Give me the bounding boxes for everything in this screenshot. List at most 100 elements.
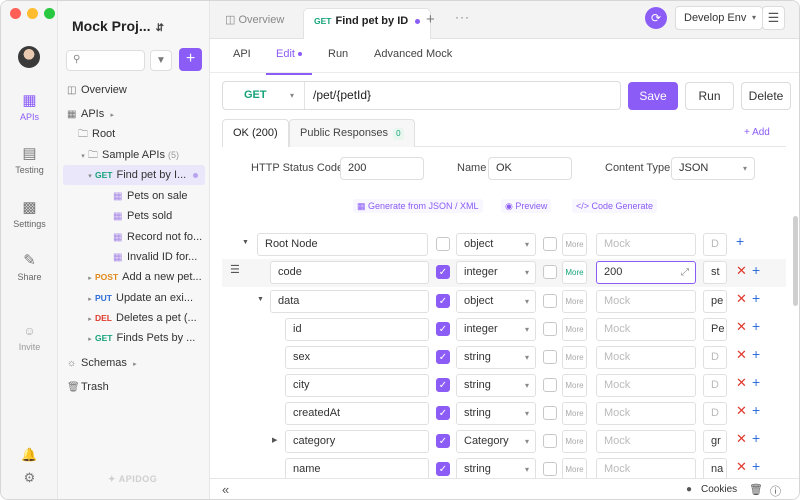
- nullable-checkbox[interactable]: [543, 237, 557, 251]
- cookies-button[interactable]: Cookies: [701, 484, 737, 495]
- add-sibling-icon[interactable]: +: [752, 318, 760, 334]
- environment-select[interactable]: Develop Env ▾: [675, 6, 763, 30]
- rail-item-invite[interactable]: ☺ Invite: [1, 323, 58, 352]
- sidebar-item-overview[interactable]: ◫ Overview: [58, 80, 210, 100]
- more-button[interactable]: More: [562, 374, 587, 397]
- type-select[interactable]: string ▾: [456, 346, 536, 369]
- required-checkbox[interactable]: ✓: [436, 406, 450, 420]
- more-button[interactable]: More: [562, 346, 587, 369]
- nullable-checkbox[interactable]: [543, 294, 557, 308]
- required-checkbox[interactable]: ✓: [436, 350, 450, 364]
- description-input[interactable]: D: [703, 346, 727, 369]
- rail-item-settings[interactable]: ▩ Settings: [1, 200, 58, 230]
- field-name-input[interactable]: category: [285, 430, 429, 453]
- expand-icon[interactable]: ⤢: [681, 262, 689, 283]
- delete-icon[interactable]: ✕: [736, 263, 747, 279]
- avatar[interactable]: [18, 46, 40, 68]
- description-input[interactable]: D: [703, 374, 727, 397]
- content-type-select[interactable]: JSON ▾: [671, 157, 755, 180]
- run-button[interactable]: Run: [685, 82, 734, 110]
- more-button[interactable]: More: [562, 233, 587, 256]
- endpoint-item[interactable]: ▸ POST Add a new pet...: [58, 267, 210, 287]
- type-select[interactable]: integer ▾: [456, 318, 536, 341]
- example-item[interactable]: ▦ Invalid ID for...: [58, 247, 210, 267]
- description-input[interactable]: D: [703, 402, 727, 425]
- caret-down-icon[interactable]: ▼: [242, 239, 249, 246]
- save-button[interactable]: Save: [628, 82, 678, 110]
- required-checkbox[interactable]: ✓: [436, 462, 450, 476]
- example-item[interactable]: ▦ Record not fo...: [58, 227, 210, 247]
- more-button[interactable]: More: [562, 430, 587, 453]
- more-button[interactable]: More: [562, 290, 587, 313]
- mock-input[interactable]: Mock: [596, 346, 696, 369]
- rail-item-apis[interactable]: ▦ APIs: [1, 93, 58, 123]
- field-name-input[interactable]: data: [270, 290, 429, 313]
- add-child-icon[interactable]: +: [752, 290, 760, 306]
- tab-advanced-mock[interactable]: Advanced Mock: [374, 48, 452, 60]
- nullable-checkbox[interactable]: [543, 406, 557, 420]
- generate-from-json-button[interactable]: ▦ Generate from JSON / XML: [353, 199, 483, 213]
- description-input[interactable]: D: [703, 233, 727, 256]
- type-select[interactable]: Category ▾: [456, 430, 536, 453]
- mock-input[interactable]: Mock: [596, 233, 696, 256]
- add-sibling-icon[interactable]: +: [752, 402, 760, 418]
- sidebar-item-apis[interactable]: ▦ APIs ▸: [58, 104, 210, 124]
- add-child-icon[interactable]: +: [736, 233, 744, 249]
- folder-root[interactable]: 🗀 Root: [58, 124, 210, 144]
- gear-icon[interactable]: ⚙: [1, 470, 58, 486]
- rail-item-share[interactable]: ✎ Share: [1, 253, 58, 283]
- minimize-window-button[interactable]: [27, 8, 38, 19]
- project-selector[interactable]: Mock Proj... ⇵: [72, 18, 164, 34]
- required-checkbox[interactable]: ✓: [436, 378, 450, 392]
- nullable-checkbox[interactable]: [543, 265, 557, 279]
- add-sibling-icon[interactable]: +: [752, 346, 760, 362]
- mock-input[interactable]: 200 ⤢: [596, 261, 696, 284]
- nullable-checkbox[interactable]: [543, 462, 557, 476]
- method-select[interactable]: GET ▾: [223, 82, 305, 109]
- menu-button[interactable]: ☰: [762, 6, 785, 30]
- new-tab-button[interactable]: +: [426, 11, 435, 28]
- folder-sample-apis[interactable]: ▾ 🗀 Sample APIs (5): [58, 145, 210, 165]
- delete-icon[interactable]: ✕: [736, 347, 747, 363]
- field-name-input[interactable]: code: [270, 261, 429, 284]
- add-sibling-icon[interactable]: +: [752, 262, 760, 278]
- tab-edit[interactable]: Edit: [266, 48, 312, 75]
- required-checkbox[interactable]: [436, 237, 450, 251]
- field-name-input[interactable]: createdAt: [285, 402, 429, 425]
- close-window-button[interactable]: [10, 8, 21, 19]
- example-item[interactable]: ▦ Pets sold: [58, 206, 210, 226]
- add-sibling-icon[interactable]: +: [752, 430, 760, 446]
- type-select[interactable]: string ▾: [456, 374, 536, 397]
- nullable-checkbox[interactable]: [543, 322, 557, 336]
- status-code-input[interactable]: 200: [340, 157, 424, 180]
- mock-input[interactable]: Mock: [596, 402, 696, 425]
- tab-overview[interactable]: ◫ Overview: [215, 8, 294, 39]
- tab-run[interactable]: Run: [328, 48, 348, 60]
- nullable-checkbox[interactable]: [543, 434, 557, 448]
- delete-icon[interactable]: ✕: [736, 291, 747, 307]
- zoom-window-button[interactable]: [44, 8, 55, 19]
- delete-icon[interactable]: ✕: [736, 431, 747, 447]
- nullable-checkbox[interactable]: [543, 378, 557, 392]
- add-response-button[interactable]: + Add: [744, 127, 770, 138]
- more-button[interactable]: More: [562, 318, 587, 341]
- endpoint-item[interactable]: ▸ GET Finds Pets by ...: [58, 328, 210, 348]
- endpoint-item[interactable]: ▾ GET Find pet by I...: [63, 165, 205, 185]
- more-tabs-icon[interactable]: ···: [455, 10, 470, 24]
- delete-icon[interactable]: ✕: [736, 459, 747, 475]
- delete-button[interactable]: Delete: [741, 82, 791, 110]
- name-input[interactable]: OK: [488, 157, 572, 180]
- rail-item-testing[interactable]: ▤ Testing: [1, 146, 58, 176]
- notifications-icon[interactable]: 🔔: [1, 447, 58, 463]
- example-item[interactable]: ▦ Pets on sale: [58, 186, 210, 206]
- caret-down-icon[interactable]: ▼: [257, 296, 264, 303]
- help-icon[interactable]: ⓘ: [770, 483, 781, 499]
- caret-right-icon[interactable]: ▶: [272, 436, 277, 444]
- required-checkbox[interactable]: ✓: [436, 434, 450, 448]
- delete-icon[interactable]: ✕: [736, 375, 747, 391]
- field-name-input[interactable]: sex: [285, 346, 429, 369]
- description-input[interactable]: pe: [703, 290, 727, 313]
- preview-button[interactable]: ◉ Preview: [501, 199, 552, 213]
- code-generate-button[interactable]: </> Code Generate: [572, 199, 658, 213]
- tab-public-responses[interactable]: Public Responses 0: [289, 119, 415, 147]
